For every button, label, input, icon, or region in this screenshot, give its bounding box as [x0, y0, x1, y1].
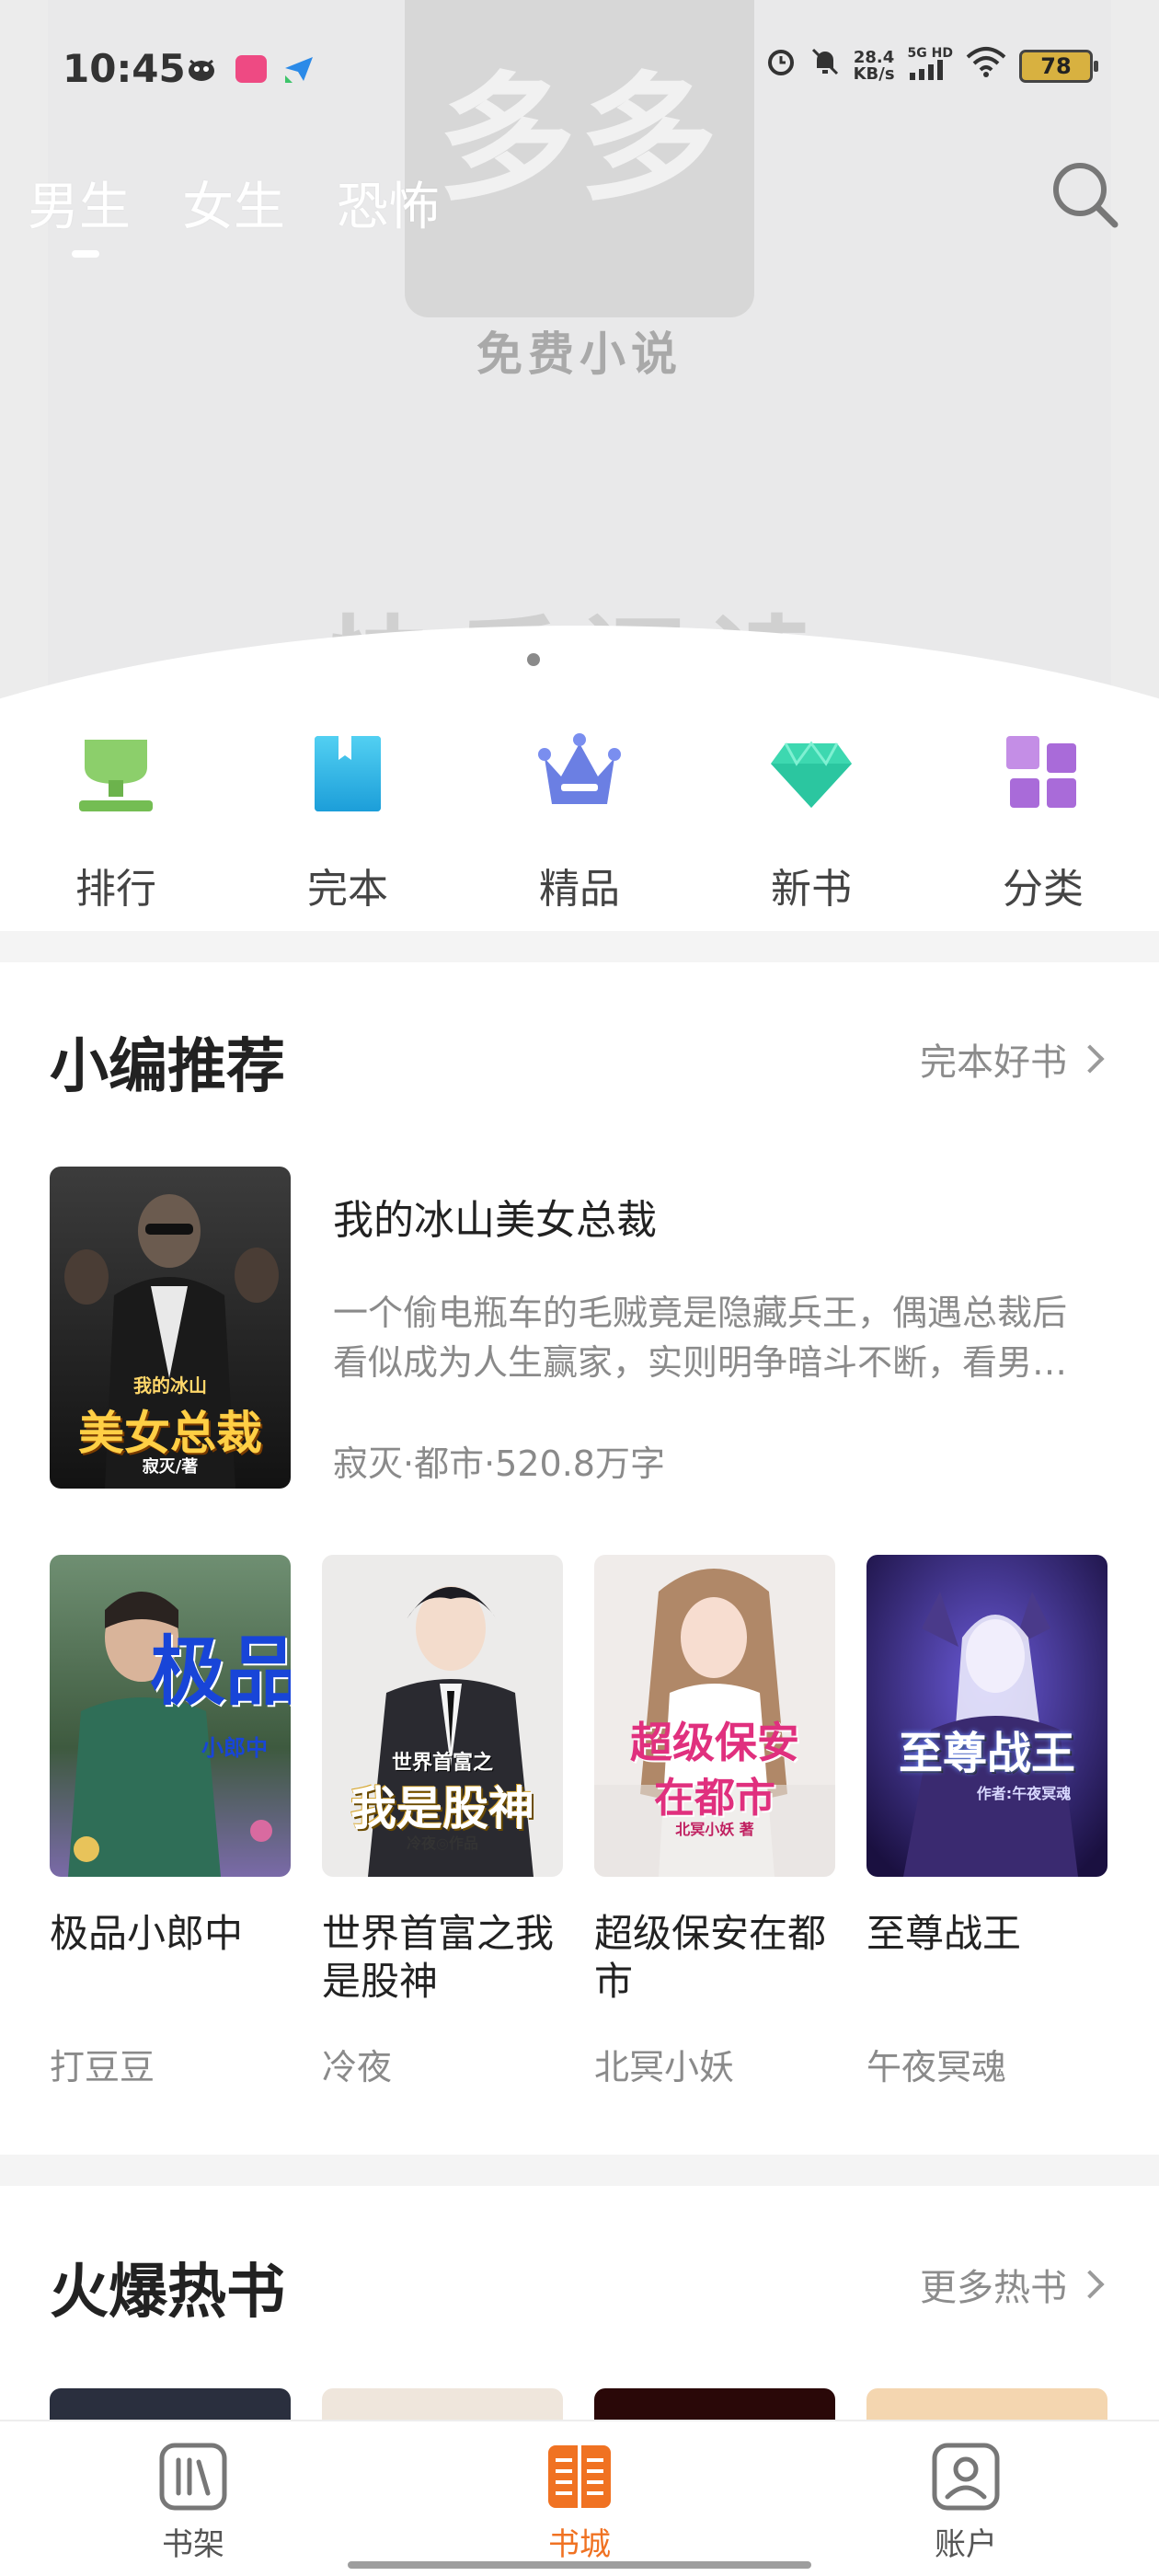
category-premium[interactable]: 精品	[464, 727, 695, 929]
more-link-label: 更多热书	[920, 2267, 1067, 2309]
book-cover[interactable]: 超级保安 在都市 北冥小妖 著	[594, 1555, 835, 1877]
book-author: 北冥小妖	[594, 2047, 735, 2087]
category-new-books[interactable]: 新书	[695, 727, 927, 929]
featured-book-cover[interactable]: 我的冰山 美女总裁 寂灭/著	[50, 1167, 291, 1489]
cover-author-text: 冷夜◎作品	[407, 1834, 478, 1852]
cover-title-text: 超级保安	[630, 1718, 799, 1767]
category-label: 排行	[75, 866, 156, 913]
cover-title-text: 极品	[149, 1627, 291, 1716]
cover-top-text: 我的冰山	[133, 1374, 207, 1397]
category-row: 排行 完本 精品 新书 分类	[0, 727, 1159, 929]
network-speed-unit: KB/s	[853, 63, 895, 84]
category-label: 分类	[1003, 866, 1084, 913]
nav-label: 书城	[548, 2526, 611, 2563]
bookstore-icon	[548, 2445, 611, 2508]
chevron-right-icon	[1075, 1044, 1105, 1074]
grid-icon	[1006, 736, 1076, 808]
category-completed[interactable]: 完本	[232, 727, 464, 929]
cover-subtitle-text: 在都市	[654, 1775, 775, 1822]
category-label: 完本	[307, 866, 388, 913]
send-notification-icon	[283, 55, 315, 83]
account-icon	[932, 2443, 1000, 2511]
app-notification-icon	[186, 55, 217, 83]
section-title-hot-books: 火爆热书	[50, 2259, 285, 2327]
book-card[interactable]: 世界首富之 我是股神 冷夜◎作品 世界首富之我是股神 冷夜	[322, 1555, 563, 2089]
book-cover[interactable]: 世界首富之 我是股神 冷夜◎作品	[322, 1555, 563, 1877]
tab-male[interactable]: 男生	[28, 166, 131, 240]
category-ranking[interactable]: 排行	[0, 727, 232, 929]
book-card[interactable]: 超级保安 在都市 北冥小妖 著 超级保安在都市 北冥小妖	[594, 1555, 835, 2089]
book-card[interactable]: 极品 小郎中 极品小郎中 打豆豆	[50, 1555, 291, 2089]
status-indicators: 28.4 KB/s 5G HD 78	[765, 46, 1098, 86]
mute-icon	[809, 46, 841, 86]
trophy-icon	[79, 740, 153, 811]
book-icon	[315, 736, 381, 811]
more-hot-books-link[interactable]: 更多热书	[920, 2258, 1109, 2311]
more-completed-books-link[interactable]: 完本好书	[920, 1032, 1109, 1086]
cover-title-text: 至尊战王	[898, 1728, 1075, 1779]
section-separator	[0, 931, 1159, 962]
book-title: 世界首富之我是股神	[322, 1911, 555, 2004]
nav-account[interactable]: 账户	[773, 2421, 1159, 2576]
cover-author-text: 北冥小妖 著	[675, 1821, 754, 1838]
book-author: 午夜冥魂	[866, 2047, 1007, 2087]
featured-book-description: 一个偷电瓶车的毛贼竟是隐藏兵王，偶遇总裁后看似成为人生赢家，实则明争暗斗不断，看…	[333, 1293, 1068, 1383]
cover-author-text: 寂灭/著	[142, 1457, 199, 1477]
book-title: 极品小郎中	[50, 1911, 244, 1956]
nav-bookshelf[interactable]: 书架	[0, 2421, 386, 2576]
battery-indicator: 78	[1019, 49, 1098, 83]
book-title: 至尊战王	[866, 1911, 1022, 1956]
cover-subtitle-text: 小郎中	[201, 1735, 268, 1761]
section-separator	[0, 2155, 1159, 2186]
diamond-icon	[771, 741, 852, 808]
book-author: 打豆豆	[50, 2047, 155, 2087]
alarm-icon	[765, 46, 797, 86]
cover-author-text: 作者:午夜冥魂	[976, 1785, 1072, 1802]
network-type: 5G HD	[907, 46, 953, 61]
bookshelf-icon	[159, 2443, 227, 2511]
book-cover[interactable]: 至尊战王 作者:午夜冥魂	[866, 1555, 1107, 1877]
cover-title-text: 我是股神	[350, 1781, 534, 1835]
banner-logo-text: 多多	[437, 60, 721, 220]
crown-icon	[538, 733, 621, 804]
channel-tabs: 男生 女生 恐怖	[28, 166, 440, 240]
status-time: 10:45	[63, 46, 186, 91]
signal-icon: 5G HD	[908, 47, 953, 85]
nav-label: 书架	[162, 2526, 224, 2563]
book-cover-art	[866, 1555, 1107, 1877]
tab-horror[interactable]: 恐怖	[337, 166, 440, 240]
banner-logo-subtitle: 免费小说	[476, 328, 683, 381]
wifi-icon	[966, 46, 1006, 86]
search-button[interactable]	[1049, 158, 1122, 232]
book-card[interactable]: 至尊战王 作者:午夜冥魂 至尊战王 午夜冥魂	[866, 1555, 1107, 2089]
network-speed: 28.4 KB/s	[853, 47, 895, 84]
category-label: 新书	[771, 866, 852, 913]
nav-label: 账户	[935, 2526, 997, 2563]
book-cover[interactable]: 极品 小郎中	[50, 1555, 291, 1877]
more-link-label: 完本好书	[920, 1041, 1067, 1084]
book-author: 冷夜	[322, 2047, 393, 2087]
category-label: 精品	[539, 866, 620, 913]
bottom-navigation: 书架 书城 账户	[0, 2420, 1159, 2576]
tab-female[interactable]: 女生	[182, 166, 285, 240]
nav-bookstore[interactable]: 书城	[386, 2421, 773, 2576]
app-notification-icon	[235, 55, 267, 83]
search-icon	[1053, 163, 1119, 228]
network-speed-value: 28.4	[853, 47, 895, 67]
book-title: 超级保安在都市	[594, 1911, 827, 2004]
banner-carousel[interactable]: 多多 免费小说 快乐阅读	[0, 0, 1159, 699]
section-title-editor-picks: 小编推荐	[50, 1033, 285, 1101]
featured-book-meta: 寂灭·都市·520.8万字	[333, 1443, 665, 1484]
chevron-right-icon	[1075, 2270, 1105, 2299]
tab-active-indicator	[72, 250, 99, 258]
category-classification[interactable]: 分类	[927, 727, 1159, 929]
featured-book-title[interactable]: 我的冰山美女总裁	[333, 1187, 657, 1246]
home-indicator[interactable]	[348, 2561, 811, 2569]
carousel-indicator-dot	[527, 653, 540, 666]
